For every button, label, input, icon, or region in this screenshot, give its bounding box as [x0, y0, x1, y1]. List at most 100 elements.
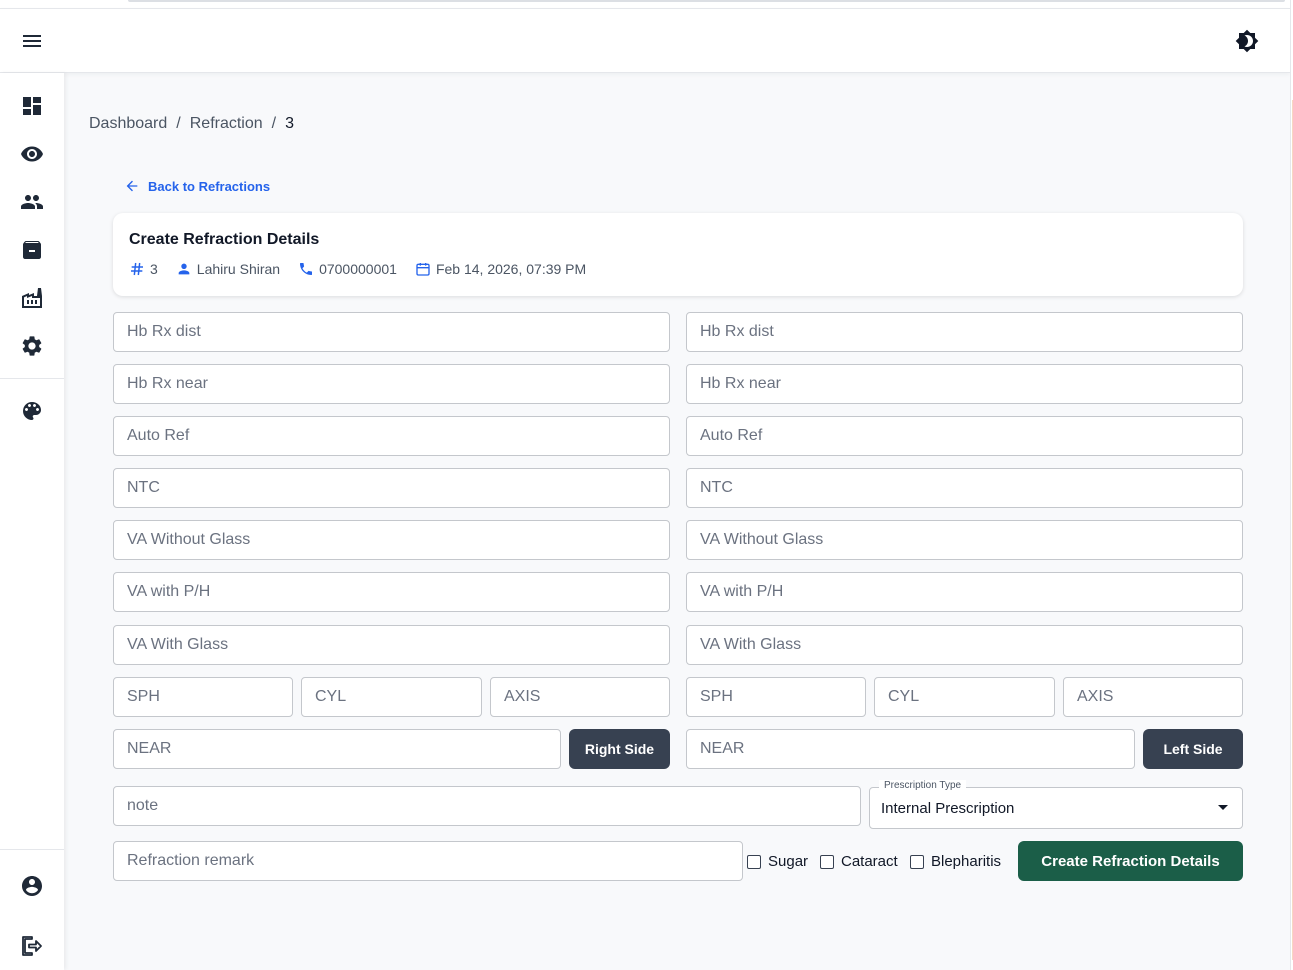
right-va-with-ph-input[interactable] — [114, 573, 669, 611]
breadcrumb-current: 3 — [285, 115, 295, 132]
sugar-checkbox[interactable]: Sugar — [747, 853, 808, 870]
note-field[interactable] — [113, 786, 861, 826]
checkbox-box[interactable] — [820, 854, 834, 869]
account-circle-icon[interactable] — [20, 874, 44, 898]
app-header — [0, 8, 1290, 73]
create-refraction-details-button[interactable]: Create Refraction Details — [1018, 841, 1243, 881]
left-sph-field[interactable] — [686, 677, 866, 717]
top-divider — [128, 0, 1285, 2]
breadcrumb-separator: / — [271, 115, 277, 132]
left-ntc-field[interactable] — [686, 468, 1243, 508]
right-va-with-glass-input[interactable] — [114, 626, 669, 664]
left-ntc-input[interactable] — [687, 469, 1242, 507]
breadcrumb: Dashboard / Refraction / 3 — [89, 115, 294, 133]
checkbox-box[interactable] — [910, 854, 924, 869]
left-va-with-ph-input[interactable] — [687, 573, 1242, 611]
meta-phone: 0700000001 — [298, 261, 397, 277]
menu-icon[interactable] — [20, 29, 44, 53]
right-hb-rx-dist-field[interactable] — [113, 312, 670, 352]
prescription-type-value: Internal Prescription — [881, 800, 1015, 817]
cataract-checkbox[interactable]: Cataract — [820, 853, 898, 870]
logout-icon[interactable] — [20, 934, 44, 958]
refraction-id: 3 — [150, 261, 158, 277]
left-near-field[interactable] — [686, 729, 1135, 769]
hash-icon — [131, 262, 143, 276]
back-to-refractions-link[interactable]: Back to Refractions — [124, 178, 270, 194]
refraction-date: Feb 14, 2026, 07:39 PM — [435, 261, 587, 277]
refraction-meta: 3 Lahiru Shiran 0700000001 Feb 14, 2026,… — [129, 261, 604, 277]
right-ntc-input[interactable] — [114, 469, 669, 507]
left-axis-input[interactable] — [1064, 678, 1242, 716]
left-va-without-glass-input[interactable] — [687, 521, 1242, 559]
people-icon[interactable] — [20, 190, 44, 214]
right-cyl-input[interactable] — [302, 678, 481, 716]
breadcrumb-separator: / — [176, 115, 181, 132]
person-icon — [178, 263, 190, 275]
right-axis-field[interactable] — [490, 677, 670, 717]
right-va-with-ph-field[interactable] — [113, 572, 670, 612]
breadcrumb-refraction[interactable]: Refraction — [190, 115, 263, 133]
right-axis-input[interactable] — [491, 678, 669, 716]
refraction-info-card: Create Refraction Details 3 Lahiru Shira… — [113, 213, 1243, 296]
breadcrumb-dashboard[interactable]: Dashboard — [89, 115, 167, 133]
refraction-remark-input[interactable] — [114, 842, 742, 880]
calendar-icon — [416, 263, 430, 276]
right-va-without-glass-field[interactable] — [113, 520, 670, 560]
right-auto-ref-input[interactable] — [114, 417, 669, 455]
meta-date: Feb 14, 2026, 07:39 PM — [415, 261, 586, 277]
left-near-input[interactable] — [687, 730, 1134, 768]
cataract-label: Cataract — [841, 853, 898, 870]
meta-id: 3 — [129, 261, 158, 277]
left-hb-rx-dist-field[interactable] — [686, 312, 1243, 352]
factory-icon[interactable] — [20, 286, 44, 310]
brightness-icon[interactable] — [1235, 29, 1259, 53]
left-va-with-ph-field[interactable] — [686, 572, 1243, 612]
left-va-without-glass-field[interactable] — [686, 520, 1243, 560]
patient-phone: 0700000001 — [319, 261, 397, 277]
left-side-button[interactable]: Left Side — [1143, 729, 1243, 769]
blepharitis-checkbox[interactable]: Blepharitis — [910, 853, 1001, 870]
page-title: Create Refraction Details — [129, 231, 320, 248]
left-cyl-field[interactable] — [874, 677, 1055, 717]
prescription-type-label: Prescription Type — [879, 780, 967, 791]
meta-patient: Lahiru Shiran — [176, 261, 280, 277]
left-va-with-glass-input[interactable] — [687, 626, 1242, 664]
blepharitis-label: Blepharitis — [931, 853, 1002, 870]
right-va-with-glass-field[interactable] — [113, 625, 670, 665]
eye-icon[interactable] — [20, 142, 44, 166]
dashboard-icon[interactable] — [20, 94, 44, 118]
left-hb-rx-near-field[interactable] — [686, 364, 1243, 404]
left-hb-rx-dist-input[interactable] — [687, 313, 1242, 351]
gear-icon[interactable] — [20, 334, 44, 358]
right-near-field[interactable] — [113, 729, 561, 769]
right-sph-field[interactable] — [113, 677, 293, 717]
caret-down-icon — [1218, 805, 1228, 810]
right-ntc-field[interactable] — [113, 468, 670, 508]
left-hb-rx-near-input[interactable] — [687, 365, 1242, 403]
right-va-without-glass-input[interactable] — [114, 521, 669, 559]
note-input[interactable] — [114, 787, 860, 825]
sugar-label: Sugar — [768, 853, 809, 870]
left-auto-ref-input[interactable] — [687, 417, 1242, 455]
archive-icon[interactable] — [20, 238, 44, 262]
right-cyl-field[interactable] — [301, 677, 482, 717]
right-hb-rx-near-field[interactable] — [113, 364, 670, 404]
right-hb-rx-dist-input[interactable] — [114, 313, 669, 351]
prescription-type-select[interactable]: Prescription Type Internal Prescription — [869, 780, 1243, 829]
left-axis-field[interactable] — [1063, 677, 1243, 717]
checkbox-box[interactable] — [747, 854, 761, 869]
patient-name: Lahiru Shiran — [196, 261, 281, 277]
right-near-input[interactable] — [114, 730, 560, 768]
sidebar-divider — [0, 378, 64, 379]
left-va-with-glass-field[interactable] — [686, 625, 1243, 665]
back-link-label: Back to Refractions — [148, 178, 271, 194]
right-side-button[interactable]: Right Side — [569, 729, 670, 769]
right-auto-ref-field[interactable] — [113, 416, 670, 456]
right-hb-rx-near-input[interactable] — [114, 365, 669, 403]
left-auto-ref-field[interactable] — [686, 416, 1243, 456]
right-sph-input[interactable] — [114, 678, 292, 716]
refraction-remark-field[interactable] — [113, 841, 743, 881]
left-cyl-input[interactable] — [875, 678, 1054, 716]
left-sph-input[interactable] — [687, 678, 865, 716]
palette-icon[interactable] — [20, 399, 44, 423]
